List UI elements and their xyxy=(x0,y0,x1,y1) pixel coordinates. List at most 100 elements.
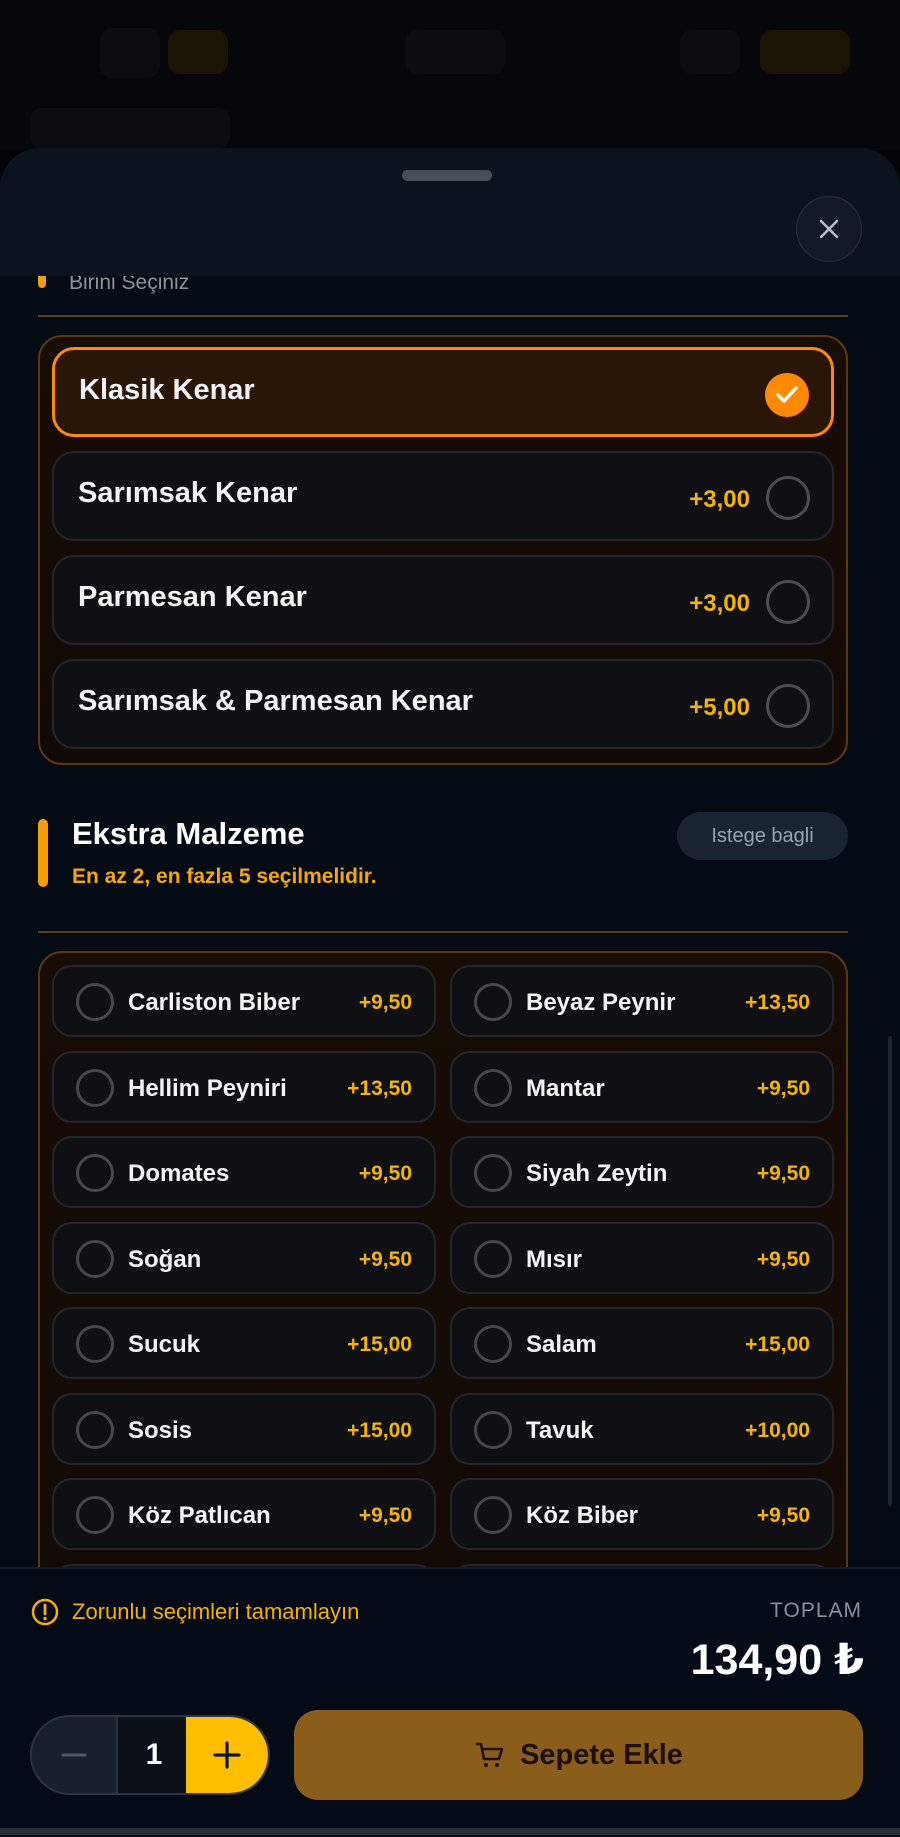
total-value: 134,90 ₺ xyxy=(690,1636,864,1684)
extra-option-price: +9,50 xyxy=(756,1162,810,1185)
radio-button[interactable] xyxy=(474,1154,512,1192)
extra-option-price: +15,00 xyxy=(745,1333,810,1356)
extra-option-price: +9,50 xyxy=(358,1162,412,1185)
extra-option[interactable]: Mantar +9,50 xyxy=(450,1050,834,1123)
extras-subtitle: En az 2, en fazla 5 seçilmelidir. xyxy=(72,865,377,888)
section-divider xyxy=(38,931,848,933)
extra-option[interactable]: Domates +9,50 xyxy=(52,1136,436,1208)
close-button[interactable] xyxy=(796,196,862,262)
add-to-cart-label: Sepete Ekle xyxy=(520,1738,683,1771)
extra-option-price: +10,00 xyxy=(745,1418,810,1442)
section-divider xyxy=(38,315,848,317)
drag-handle[interactable] xyxy=(402,170,492,181)
crust-option-price: +3,00 xyxy=(689,486,750,513)
extra-option-price: +13,50 xyxy=(347,1076,412,1100)
sheet-header xyxy=(0,148,900,276)
decrease-button[interactable] xyxy=(32,1717,116,1793)
warning-icon xyxy=(31,1598,59,1626)
extras-title: Ekstra Malzeme xyxy=(72,816,305,851)
radio-button[interactable] xyxy=(76,1239,114,1278)
plus-icon xyxy=(213,1741,241,1769)
increase-button[interactable] xyxy=(186,1717,268,1793)
extra-option[interactable]: Carliston Biber +9,50 xyxy=(52,965,436,1037)
crust-option-klasik[interactable]: Klasik Kenar xyxy=(52,347,834,437)
radio-button[interactable] xyxy=(766,476,810,520)
extra-option[interactable]: Sucuk +15,00 xyxy=(52,1307,436,1379)
radio-button[interactable] xyxy=(766,580,810,624)
extra-option-price: +9,50 xyxy=(358,1247,412,1271)
background-header xyxy=(0,0,900,150)
background-blob xyxy=(100,28,160,78)
extra-option[interactable]: Soğan +9,50 xyxy=(52,1221,436,1294)
radio-button[interactable] xyxy=(474,1410,512,1449)
radio-button[interactable] xyxy=(76,1410,114,1449)
scrollbar[interactable] xyxy=(888,1036,892,1506)
radio-button[interactable] xyxy=(76,983,114,1021)
extra-option-price: +9,50 xyxy=(756,1076,810,1100)
crust-option-parmesan[interactable]: Parmesan Kenar +3,00 xyxy=(52,555,834,645)
extra-option-label: Mısır xyxy=(526,1245,583,1273)
section-accent-bar xyxy=(38,819,48,887)
close-icon xyxy=(819,219,839,239)
background-blob xyxy=(168,30,228,74)
extra-option[interactable]: Hellim Peyniri +13,50 xyxy=(52,1050,436,1123)
extra-option[interactable]: Beyaz Peynir +13,50 xyxy=(450,965,834,1037)
background-blob xyxy=(30,108,230,148)
crust-hint-row: Birini Seçiniz xyxy=(38,276,189,294)
extra-option-price: +9,50 xyxy=(358,1504,412,1527)
extra-option-label: Sucuk xyxy=(128,1331,201,1358)
required-warning: Zorunlu seçimleri tamamlayın xyxy=(30,1597,359,1627)
extra-option[interactable]: Köz Patlıcan +9,50 xyxy=(52,1478,436,1550)
section-accent-bar xyxy=(38,276,46,288)
extra-option-label: Mantar xyxy=(526,1074,605,1102)
order-footer: Zorunlu seçimleri tamamlayın TOPLAM 134,… xyxy=(0,1567,900,1837)
extra-option-label: Sosis xyxy=(128,1416,193,1444)
radio-button[interactable] xyxy=(474,1068,512,1107)
crust-option-label: Klasik Kenar xyxy=(79,374,255,406)
extra-option-label: Tavuk xyxy=(526,1416,594,1444)
radio-button[interactable] xyxy=(474,1496,512,1534)
extra-option[interactable]: Tavuk +10,00 xyxy=(450,1392,834,1465)
quantity-value: 1 xyxy=(118,1717,190,1793)
crust-option-sarimsak-parmesan[interactable]: Sarımsak & Parmesan Kenar +5,00 xyxy=(52,659,834,749)
extra-option[interactable]: Sosis +15,00 xyxy=(52,1392,436,1465)
extra-option-label: Beyaz Peynir xyxy=(526,989,676,1016)
radio-button[interactable] xyxy=(474,983,512,1021)
extra-option-label: Siyah Zeytin xyxy=(526,1160,668,1187)
crust-hint: Birini Seçiniz xyxy=(69,276,190,294)
radio-button[interactable] xyxy=(474,1239,512,1278)
system-bottom-bar xyxy=(0,1828,900,1835)
extra-option-label: Köz Biber xyxy=(526,1502,639,1529)
extra-option-label: Salam xyxy=(526,1331,597,1358)
extra-option[interactable]: Siyah Zeytin +9,50 xyxy=(450,1136,834,1208)
radio-button[interactable] xyxy=(474,1325,512,1363)
extra-option-price: +9,50 xyxy=(756,1504,810,1527)
radio-button[interactable] xyxy=(76,1068,114,1107)
crust-option-label: Parmesan Kenar xyxy=(78,581,307,613)
optional-badge: Istege bagli xyxy=(677,812,848,860)
quantity-stepper: 1 xyxy=(30,1715,270,1795)
radio-button[interactable] xyxy=(76,1154,114,1192)
crust-option-price: +5,00 xyxy=(689,694,750,721)
extra-option[interactable]: Salam +15,00 xyxy=(450,1307,834,1379)
crust-option-sarimsak[interactable]: Sarımsak Kenar +3,00 xyxy=(52,451,834,541)
warning-text: Zorunlu seçimleri tamamlayın xyxy=(72,1599,360,1624)
radio-button[interactable] xyxy=(76,1325,114,1363)
extra-option-price: +9,50 xyxy=(756,1247,810,1271)
add-to-cart-button[interactable]: Sepete Ekle xyxy=(294,1710,863,1800)
minus-icon xyxy=(61,1753,87,1757)
extra-option[interactable]: Köz Biber +9,50 xyxy=(450,1478,834,1550)
extra-option-price: +9,50 xyxy=(358,991,412,1014)
options-scroll-area[interactable]: Birini Seçiniz Klasik Kenar Sarımsak Ken… xyxy=(0,276,900,1716)
radio-button[interactable] xyxy=(766,684,810,728)
crust-options-group: Klasik Kenar Sarımsak Kenar +3,00 Parmes… xyxy=(38,335,848,765)
background-blob xyxy=(405,30,505,74)
background-blob xyxy=(680,30,740,74)
extra-option-price: +15,00 xyxy=(347,1418,412,1442)
total-label: TOPLAM xyxy=(770,1599,862,1622)
radio-button[interactable] xyxy=(76,1496,114,1534)
extra-option[interactable]: Mısır +9,50 xyxy=(450,1221,834,1294)
extra-option-label: Domates xyxy=(128,1160,230,1187)
background-blob xyxy=(760,30,850,74)
check-icon xyxy=(765,373,809,417)
